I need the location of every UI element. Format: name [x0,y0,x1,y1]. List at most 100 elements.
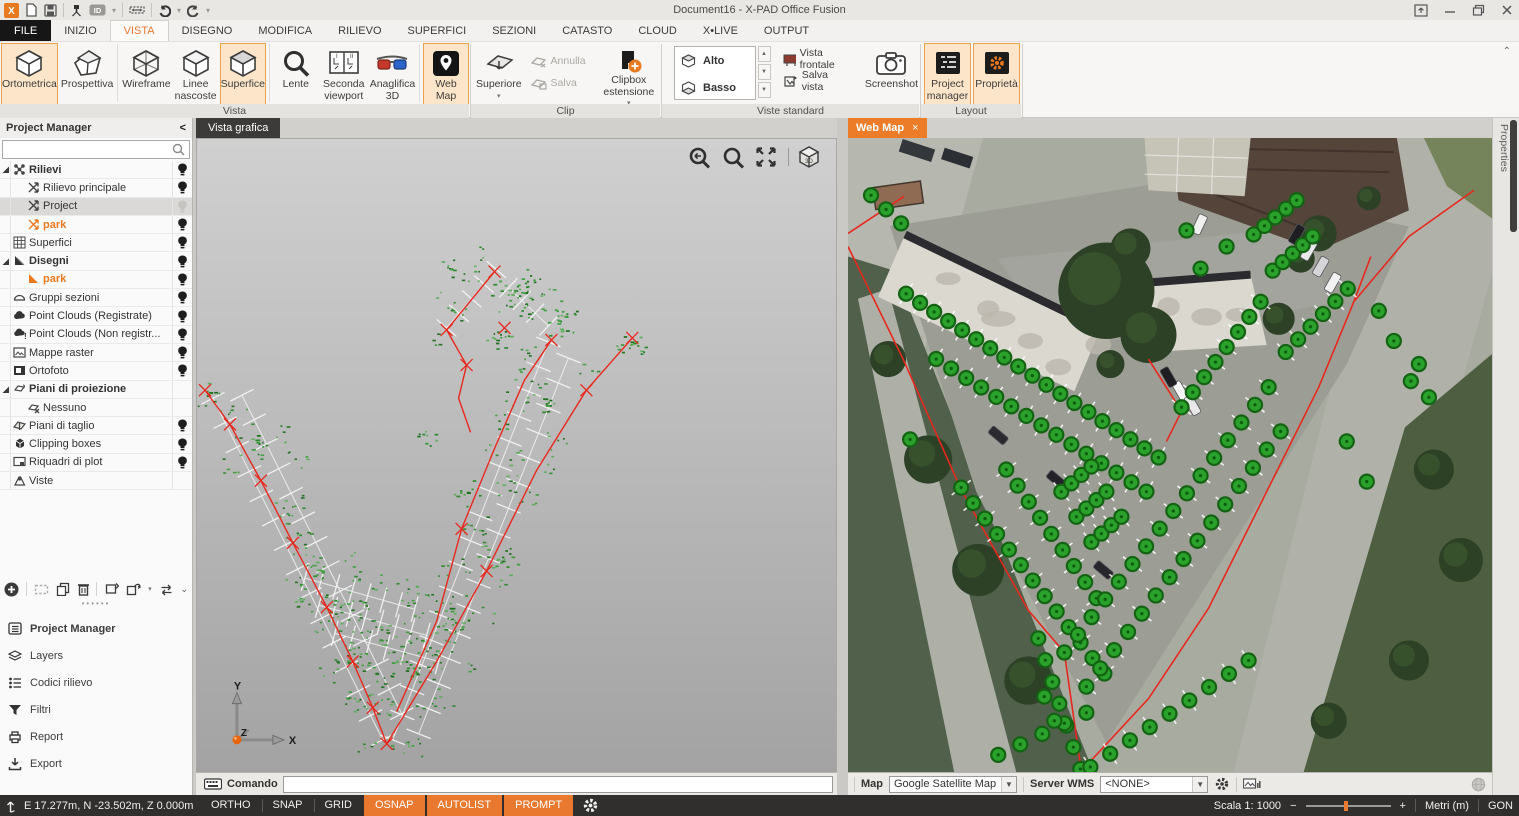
scale-slider-thumb[interactable] [1344,801,1348,811]
cad-drawing-canvas[interactable]: YXZ [197,139,836,772]
sidebar-item-filtri[interactable]: Filtri [0,696,192,723]
anaglifica-3d-button[interactable]: Anaglifica 3D [369,43,417,105]
delete-button[interactable] [77,582,90,596]
toggle-osnap[interactable]: OSNAP [364,795,425,816]
visibility-bulb-icon[interactable] [172,307,192,324]
toggle-autolist[interactable]: AUTOLIST [427,795,503,816]
clipbox-estensione-button[interactable]: Clipbox estensione▾ [598,43,660,105]
zoom-extents-icon[interactable] [754,145,779,170]
visibility-bulb-icon[interactable] [172,454,192,471]
units-selector[interactable]: Metri (m) [1425,800,1469,812]
refresh-button[interactable] [104,582,119,596]
visibility-bulb-icon[interactable] [172,161,192,178]
tree-item-park[interactable]: park [0,271,192,289]
sync-button[interactable] [159,583,174,596]
tree-item-disegni[interactable]: Disegni [0,252,192,270]
toolbar-chevron[interactable]: ⌄ [180,584,188,595]
zoom-out-button[interactable]: − [1290,800,1296,812]
tree-item-viste[interactable]: Viste [0,472,192,490]
tree-item-gruppi-sezioni[interactable]: Gruppi sezioni [0,289,192,307]
tree-item-rilievi[interactable]: Rilievi [0,161,192,179]
ribbon-options-icon[interactable] [1414,4,1428,17]
command-input[interactable] [283,776,833,793]
globe-icon[interactable] [1471,777,1486,792]
ribbon-tab-disegno[interactable]: DISEGNO [169,20,246,41]
ribbon-tab-xlive[interactable]: X•LIVE [690,20,751,41]
add-button[interactable] [4,582,19,597]
satellite-map-canvas[interactable] [848,138,1492,772]
ribbon-tab-sezioni[interactable]: SEZIONI [479,20,549,41]
tree-item-nessuno[interactable]: Nessuno [0,399,192,417]
ribbon-tab-catasto[interactable]: CATASTO [549,20,625,41]
ribbon-tab-output[interactable]: OUTPUT [751,20,822,41]
close-button[interactable] [1501,4,1513,16]
tab-web-map[interactable]: Web Map × [848,118,927,138]
panel-collapse-icon[interactable]: < [180,122,186,134]
map-provider-select[interactable]: Google Satellite Map▼ [889,776,1017,793]
visibility-bulb-icon[interactable] [172,179,192,196]
ribbon-tab-modifica[interactable]: MODIFICA [245,20,325,41]
graphics-viewport[interactable]: YXZ 3D [196,138,837,772]
superfice-button[interactable]: Superfice [220,43,266,105]
tree-item-piani-di-taglio[interactable]: Piani di taglio [0,417,192,435]
project-manager-button[interactable]: Project manager [924,43,971,105]
views-scroll-down[interactable]: ▼ [758,82,771,98]
annulla-button[interactable]: Annulla [527,50,590,72]
visibility-bulb-icon[interactable] [172,271,192,288]
view-basso-item[interactable]: Basso [675,74,755,101]
proprieta-button[interactable]: Proprietà [973,43,1020,105]
send-button[interactable] [126,582,141,596]
zoom-icon[interactable] [721,146,746,170]
map-image-export-icon[interactable] [1243,777,1261,791]
expander-icon[interactable] [0,381,11,398]
linee-nascoste-button[interactable]: Linee nascoste [174,43,218,105]
ortometrica-button[interactable]: Ortometrica [1,43,58,105]
superiore-button[interactable]: Superiore▾ [472,43,526,105]
toggle-grid[interactable]: GRID [314,795,364,816]
tab-properties[interactable]: Properties [1498,124,1510,172]
view-alto-item[interactable]: Alto [675,47,755,74]
zoom-in-button[interactable]: + [1400,800,1406,812]
visibility-bulb-icon[interactable] [172,216,192,233]
sidebar-item-codici-rilievo[interactable]: Codici rilievo [0,669,192,696]
tree-item-riquadri-di-plot[interactable]: Riquadri di plot [0,454,192,472]
visibility-bulb-icon[interactable] [172,289,192,306]
select-button[interactable] [34,583,49,596]
map-settings-gear-icon[interactable] [1214,776,1230,792]
webmap-close-icon[interactable]: × [912,122,918,134]
sidebar-item-project-manager[interactable]: Project Manager [0,615,192,642]
screenshot-button[interactable]: Screenshot [864,43,919,105]
visibility-bulb-icon[interactable] [172,234,192,251]
visibility-bulb-icon[interactable] [172,435,192,452]
vista-frontale-button[interactable]: Vista frontale [779,48,854,70]
tree-item-ortofoto[interactable]: Ortofoto [0,362,192,380]
tree-item-piani-di-proiezione[interactable]: Piani di proiezione [0,381,192,399]
ribbon-tab-cloud[interactable]: CLOUD [625,20,690,41]
visibility-bulb-icon[interactable] [172,344,192,361]
ribbon-tab-rilievo[interactable]: RILIEVO [325,20,394,41]
tree-item-rilievo-principale[interactable]: Rilievo principale [0,179,192,197]
expander-icon[interactable] [0,161,11,178]
panel-splitter[interactable]: •••••• [0,599,192,611]
properties-scrollbar[interactable] [1510,120,1517,232]
view-cube-icon[interactable]: 3D [797,145,822,170]
ribbon-tab-vista[interactable]: VISTA [110,20,169,41]
search-icon[interactable] [171,142,187,157]
seconda-viewport-button[interactable]: IIISeconda viewport [321,43,367,105]
visibility-bulb-icon[interactable] [172,326,192,343]
wireframe-button[interactable]: Wireframe [121,43,171,105]
zoom-previous-icon[interactable] [687,146,712,170]
visibility-bulb-icon[interactable] [172,252,192,269]
search-input[interactable] [3,142,171,157]
send-caret[interactable]: ▾ [148,585,152,593]
tree-item-superfici[interactable]: Superfici [0,234,192,252]
expander-icon[interactable] [0,252,11,269]
restore-button[interactable] [1472,4,1485,16]
tree-item-park[interactable]: park [0,216,192,234]
tab-vista-grafica[interactable]: Vista grafica [196,118,280,138]
tree-item-point-clouds-registrate[interactable]: Point Clouds (Registrate) [0,307,192,325]
sidebar-item-export[interactable]: Export [0,750,192,777]
standard-views-list[interactable]: Alto Basso [674,46,756,100]
visibility-bulb-icon[interactable] [172,417,192,434]
visibility-bulb-icon[interactable] [172,362,192,379]
